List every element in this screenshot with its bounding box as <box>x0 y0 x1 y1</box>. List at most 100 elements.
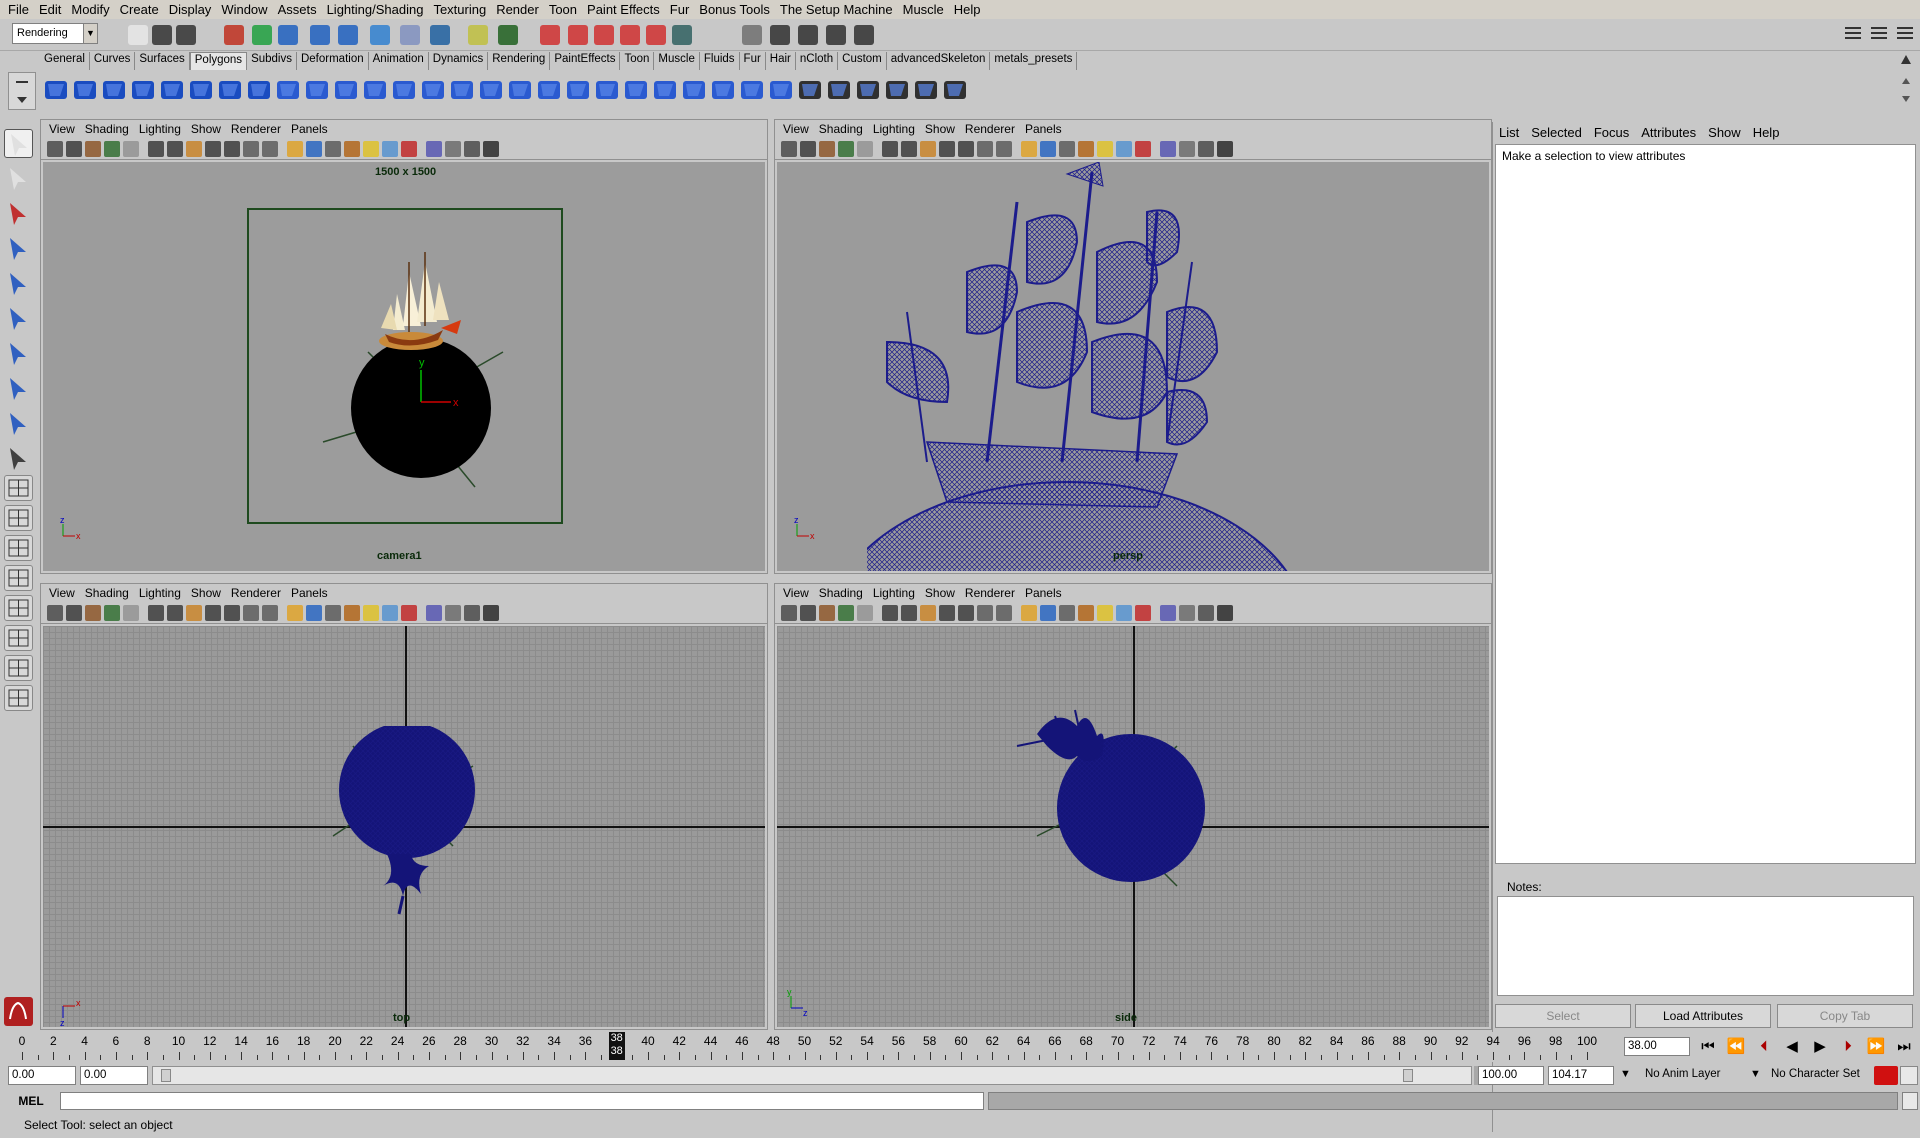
history-icon[interactable] <box>540 25 560 45</box>
shelf-tab-curves[interactable]: Curves <box>90 52 136 70</box>
side-canvas[interactable]: yz side <box>777 626 1489 1027</box>
default-lighting-icon[interactable] <box>1059 605 1075 621</box>
menu-paint-effects[interactable]: Paint Effects <box>585 2 668 17</box>
menu-modify[interactable]: Modify <box>69 2 117 17</box>
side-by-side-layout-icon[interactable] <box>4 535 33 561</box>
magnet-icon[interactable] <box>854 25 874 45</box>
top-canvas[interactable]: zx top <box>43 626 765 1027</box>
current-frame-marker[interactable]: 38 38 <box>608 1032 625 1060</box>
menu-bonus-tools[interactable]: Bonus Tools <box>697 2 778 17</box>
ae-menu-selected[interactable]: Selected <box>1531 125 1582 140</box>
safe-action-icon[interactable] <box>243 605 259 621</box>
offset-loop-icon[interactable] <box>738 76 768 106</box>
anim-start-field[interactable]: 0.00 <box>80 1066 148 1085</box>
field-chart-icon[interactable] <box>958 605 974 621</box>
panel-menu-view[interactable]: View <box>49 586 75 600</box>
shelf-options-icon[interactable] <box>8 72 36 110</box>
isolate-select-icon[interactable] <box>426 605 442 621</box>
grid-toggle-icon[interactable] <box>882 605 898 621</box>
reduce-icon[interactable] <box>419 76 449 106</box>
xray-icon[interactable] <box>445 141 461 157</box>
go-to-end-icon[interactable]: ⏭ <box>1892 1036 1916 1058</box>
panel-menu-show[interactable]: Show <box>925 122 955 136</box>
fill-hole-icon[interactable] <box>535 76 565 106</box>
shelf-tab-surfaces[interactable]: Surfaces <box>135 52 190 70</box>
camera-attributes-icon[interactable] <box>800 605 816 621</box>
bookmarks-icon[interactable] <box>819 605 835 621</box>
grid-toggle-icon[interactable] <box>148 605 164 621</box>
panel-menu-panels[interactable]: Panels <box>1025 122 1062 136</box>
safe-action-icon[interactable] <box>977 141 993 157</box>
viewport-top[interactable]: View Shading Lighting Show Renderer Panels zx… <box>40 583 768 1030</box>
play-forward-icon[interactable]: ▶ <box>1808 1036 1832 1058</box>
shelf-tab-animation[interactable]: Animation <box>369 52 429 70</box>
menu-fur[interactable]: Fur <box>668 2 698 17</box>
camera-attributes-icon[interactable] <box>800 141 816 157</box>
tool-settings-toggle-icon[interactable] <box>1844 23 1862 45</box>
single-pane-layout-icon[interactable] <box>4 475 33 501</box>
use-all-lights-icon[interactable] <box>363 141 379 157</box>
ae-menu-show[interactable]: Show <box>1708 125 1741 140</box>
poly-cube-icon[interactable] <box>71 76 101 106</box>
gate-mask-icon[interactable] <box>205 605 221 621</box>
camera-canvas[interactable]: 1500 x 1500 y x zx camera1 <box>43 162 765 571</box>
extrude-icon[interactable] <box>593 76 623 106</box>
auto-key-icon[interactable] <box>1874 1066 1898 1085</box>
wireframe-icon[interactable] <box>287 605 303 621</box>
step-back-key-icon[interactable]: ⏪ <box>1724 1036 1748 1058</box>
shelf-tab-metals_presets[interactable]: metals_presets <box>990 52 1078 70</box>
rotate-tool-icon[interactable] <box>4 269 33 298</box>
panel-menu-show[interactable]: Show <box>191 586 221 600</box>
bevel-icon[interactable] <box>767 76 797 106</box>
panel-menu-shading[interactable]: Shading <box>819 122 863 136</box>
panel-menu-panels[interactable]: Panels <box>291 122 328 136</box>
resolution-gate-icon[interactable] <box>186 141 202 157</box>
show-manip-icon[interactable] <box>4 409 33 438</box>
output-ops-icon[interactable] <box>742 25 762 45</box>
render-icon[interactable] <box>568 25 588 45</box>
use-all-lights-icon[interactable] <box>1097 605 1113 621</box>
menu-help[interactable]: Help <box>952 2 989 17</box>
menu-the-setup-machine[interactable]: The Setup Machine <box>778 2 901 17</box>
shadows-icon[interactable] <box>1116 141 1132 157</box>
snap-point-icon[interactable] <box>400 25 420 45</box>
menu-toon[interactable]: Toon <box>547 2 585 17</box>
universal-manip-icon[interactable] <box>4 339 33 368</box>
four-pane-layout-icon[interactable] <box>4 505 33 531</box>
image-plane-icon[interactable] <box>104 605 120 621</box>
xray-joints-icon[interactable] <box>1198 141 1214 157</box>
viewport-side[interactable]: View Shading Lighting Show Renderer Panels yz… <box>774 583 1492 1030</box>
shelf-tab-ncloth[interactable]: nCloth <box>796 52 839 70</box>
mel-input[interactable] <box>60 1092 984 1110</box>
range-start-handle[interactable] <box>161 1069 171 1082</box>
copy-tab-button[interactable]: Copy Tab <box>1777 1004 1913 1028</box>
snap-curve-icon[interactable] <box>370 25 390 45</box>
xray-component-icon[interactable] <box>483 141 499 157</box>
shelf-tab-hair[interactable]: Hair <box>766 52 796 70</box>
panel-menu-view[interactable]: View <box>783 122 809 136</box>
shelf-tab-toon[interactable]: Toon <box>620 52 655 70</box>
viewport-camera1[interactable]: View Shading Lighting Show Renderer Panels 15… <box>40 119 768 574</box>
poly-prism-icon[interactable] <box>216 76 246 106</box>
shelf-tab-painteffects[interactable]: PaintEffects <box>550 52 621 70</box>
expand-layouts-icon[interactable] <box>4 685 33 711</box>
attribute-editor-toggle-icon[interactable] <box>1870 23 1888 45</box>
film-gate-icon[interactable] <box>901 605 917 621</box>
panel-menu-panels[interactable]: Panels <box>1025 586 1062 600</box>
poly-plane-icon[interactable] <box>158 76 188 106</box>
panel-menu-lighting[interactable]: Lighting <box>873 122 915 136</box>
select-button[interactable]: Select <box>1495 1004 1631 1028</box>
end-time-field[interactable]: 104.17 <box>1548 1066 1614 1085</box>
soft-mod-icon[interactable] <box>4 374 33 403</box>
select-tool-icon[interactable] <box>4 129 33 158</box>
film-gate-icon[interactable] <box>901 141 917 157</box>
panel-menu-shading[interactable]: Shading <box>819 586 863 600</box>
shelf-tab-polygons[interactable]: Polygons <box>189 52 248 70</box>
xray-component-icon[interactable] <box>1217 141 1233 157</box>
image-plane-icon[interactable] <box>838 605 854 621</box>
start-time-field[interactable]: 0.00 <box>8 1066 76 1085</box>
render-view-icon[interactable] <box>798 25 818 45</box>
resolution-gate-icon[interactable] <box>920 141 936 157</box>
go-to-start-icon[interactable]: ⏮ <box>1696 1036 1720 1058</box>
xray-icon[interactable] <box>1179 605 1195 621</box>
